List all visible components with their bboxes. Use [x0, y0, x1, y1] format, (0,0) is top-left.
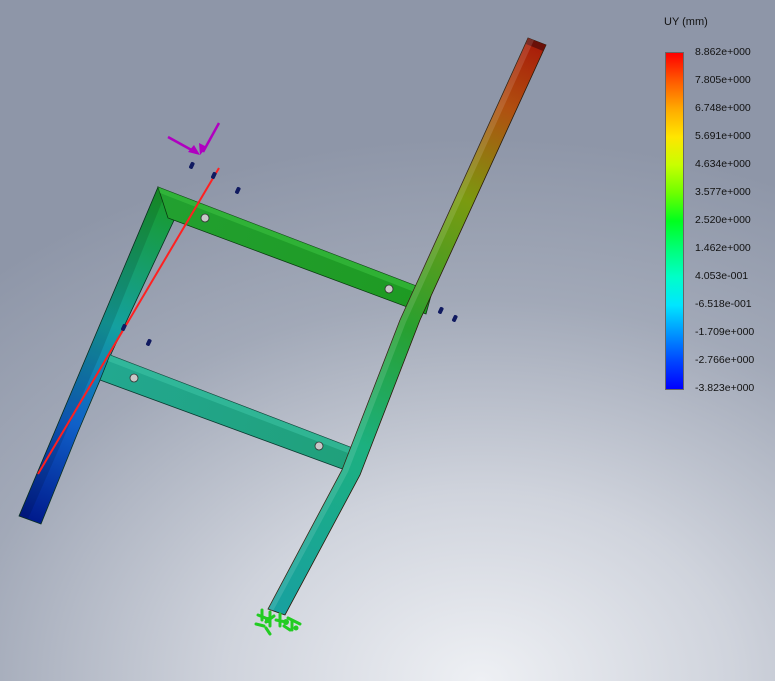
legend-label: 5.691e+000 — [695, 130, 751, 142]
legend-label: -3.823e+000 — [695, 382, 755, 394]
top-crossbar[interactable] — [157, 186, 433, 315]
model-view[interactable] — [0, 0, 775, 681]
bolt-hole-4 — [314, 441, 324, 451]
legend-label: 7.805e+000 — [695, 74, 751, 86]
legend-label: 4.053e-001 — [695, 270, 749, 282]
bolt-hole-3 — [129, 373, 139, 383]
bolt-hole-1 — [200, 213, 210, 223]
legend-label: 1.462e+000 — [695, 242, 751, 254]
legend-label: 2.520e+000 — [695, 214, 751, 226]
legend-label: 6.748e+000 — [695, 102, 751, 114]
left-tube[interactable] — [18, 186, 177, 525]
legend-label: 8.862e+000 — [695, 46, 751, 58]
load-arrow-icon[interactable] — [167, 122, 221, 155]
middle-crossbar[interactable] — [99, 354, 364, 475]
bolt-hole-2 — [384, 284, 394, 294]
legend-color-bar — [665, 52, 684, 390]
legend-label: -1.709e+000 — [695, 326, 755, 338]
probe-line[interactable] — [37, 167, 220, 475]
legend-title: UY (mm) — [664, 16, 708, 28]
color-legend: UY (mm) 8.862e+000 7.805e+000 6.748e+000 5.… — [660, 12, 772, 402]
legend-label: -6.518e-001 — [695, 298, 752, 310]
legend-label: 4.634e+000 — [695, 158, 751, 170]
legend-label: 3.577e+000 — [695, 186, 751, 198]
fixture-symbols — [254, 608, 302, 636]
right-tube[interactable] — [267, 37, 547, 616]
legend-label: -2.766e+000 — [695, 354, 755, 366]
graphics-viewport[interactable]: UY (mm) 8.862e+000 7.805e+000 6.748e+000 5.… — [0, 0, 775, 681]
